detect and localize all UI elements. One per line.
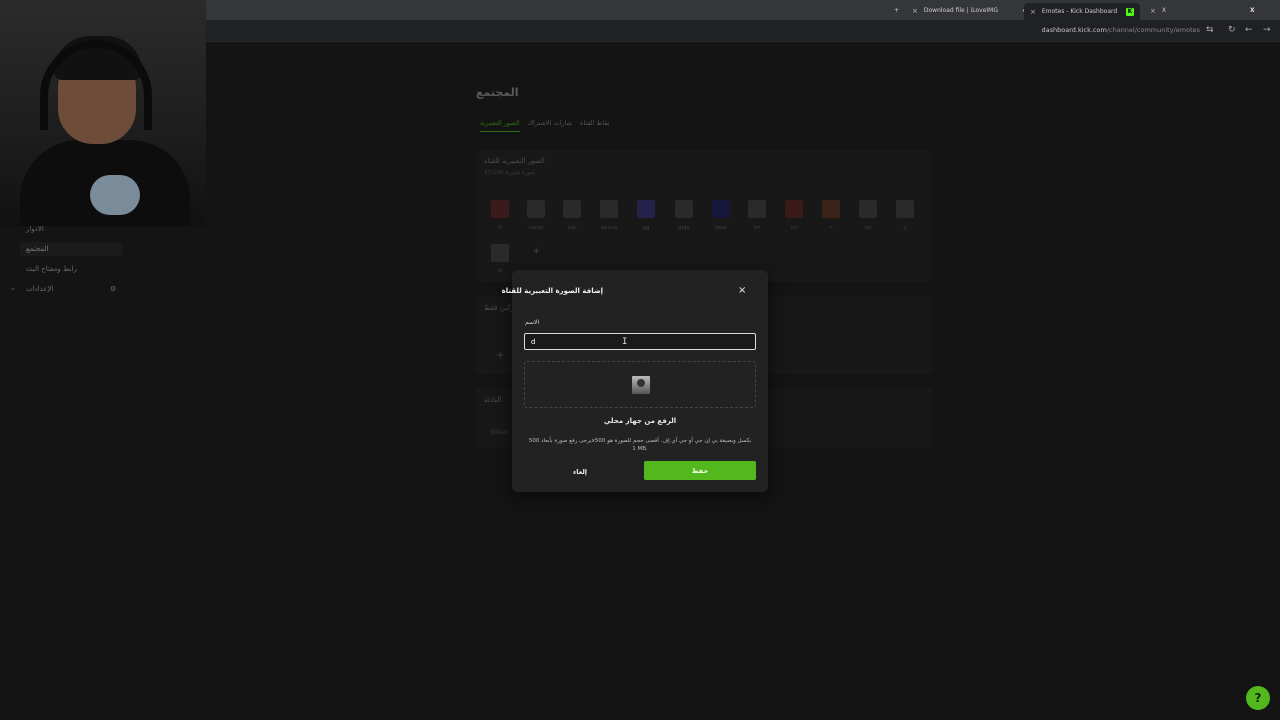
- upload-local-label[interactable]: الرفع من جهاز محلي: [512, 417, 768, 425]
- browser-tab-iloveimg[interactable]: × Download file | iLoveIMG: [906, 3, 1037, 18]
- emote-thumb[interactable]: [563, 200, 581, 218]
- emote-label: lol: [790, 225, 798, 231]
- name-field-label: الاسم: [525, 319, 540, 326]
- url-domain: dashboard.kick.com: [1041, 26, 1107, 34]
- sidebar-item-stream-key[interactable]: رابط ومفتاح البث: [26, 265, 77, 273]
- sidebar-item-settings[interactable]: الإعدادات: [26, 285, 53, 293]
- url-text[interactable]: dashboard.kick.com/channel/community/emo…: [1042, 26, 1201, 34]
- kick-favicon: K: [1126, 7, 1134, 16]
- emote-label: gg: [642, 225, 650, 231]
- tab-channel-points[interactable]: نقاط القناة: [580, 119, 610, 132]
- close-icon[interactable]: ×: [1030, 8, 1036, 16]
- x-favicon: X: [1161, 7, 1166, 14]
- add-emote-icon[interactable]: +: [532, 246, 540, 257]
- emote-thumb[interactable]: [896, 200, 914, 218]
- prefix-card-title: البادئة: [484, 396, 502, 404]
- emote-label: st: [497, 268, 503, 274]
- text-cursor-icon: I: [622, 337, 628, 347]
- reload-icon[interactable]: ↻: [1228, 25, 1236, 35]
- upload-dropzone[interactable]: [524, 361, 756, 408]
- upload-hint: يرجى رفع صورة بأبعاد 500x500 بكسل وبصيغة…: [528, 438, 752, 452]
- cancel-button[interactable]: إلغاء: [542, 463, 618, 481]
- sidebar-item-roles[interactable]: الأدوار: [26, 225, 44, 233]
- emotes-card-subtitle: 47/100 صورة تعبيرية: [484, 170, 535, 176]
- browser-tab-kick[interactable]: × Emotes - Kick Dashboard K: [1024, 3, 1140, 20]
- emote-label: n: [829, 225, 833, 231]
- tab-label: Emotes - Kick Dashboard: [1041, 8, 1118, 15]
- tab-sub-badges[interactable]: شارات الاشتراك: [528, 119, 572, 132]
- emote-thumb[interactable]: [491, 244, 509, 262]
- emote-preview-image: [632, 376, 650, 394]
- chevron-down-icon[interactable]: ⌄: [10, 284, 16, 292]
- emote-thumb[interactable]: [600, 200, 618, 218]
- sidebar-item-community[interactable]: المجتمع: [26, 245, 49, 253]
- emote-thumb[interactable]: [748, 200, 766, 218]
- x-logo-icon[interactable]: X: [1244, 3, 1261, 18]
- back-icon[interactable]: ←: [1245, 25, 1253, 35]
- emote-thumb[interactable]: [637, 200, 655, 218]
- tab-emotes[interactable]: الصور التعبيرية: [480, 119, 520, 132]
- emotes-card-title: الصور التعبيرية للقناة: [484, 157, 545, 165]
- gear-icon[interactable]: ⚙: [110, 285, 116, 293]
- prefix-input[interactable]: Shtad: [490, 429, 507, 436]
- emote-thumb[interactable]: [675, 200, 693, 218]
- close-icon[interactable]: ×: [1150, 7, 1156, 15]
- emote-thumb[interactable]: [712, 200, 730, 218]
- emote-label: cat: [567, 225, 577, 231]
- add-sub-emote-icon[interactable]: +: [496, 350, 504, 361]
- page-title: المجتمع: [476, 86, 519, 99]
- emote-label: giga: [678, 225, 690, 231]
- browser-tab-x[interactable]: × X: [1144, 3, 1172, 18]
- webcam-overlay: [0, 0, 206, 226]
- emote-thumb[interactable]: [491, 200, 509, 218]
- emote-label: no: [864, 225, 872, 231]
- add-emote-modal: إضافة الصورة التعبيرية للقناة × الاسم I …: [502, 270, 768, 492]
- emote-thumb[interactable]: [527, 200, 545, 218]
- community-tabs: الصور التعبيرية شارات الاشتراك نقاط القن…: [480, 119, 610, 132]
- emote-label: heat: [714, 225, 728, 231]
- emote-thumb[interactable]: [822, 200, 840, 218]
- emote-label: o: [903, 225, 907, 231]
- save-button[interactable]: حفظ: [644, 461, 756, 480]
- emote-thumb[interactable]: [859, 200, 877, 218]
- cam-shirt-print: [90, 175, 140, 215]
- emote-label: dance: [600, 225, 618, 231]
- emotes-card: الصور التعبيرية للقناة 47/100 صورة تعبير…: [476, 150, 932, 282]
- url-path: /channel/community/emotes: [1106, 26, 1200, 34]
- emote-name-input[interactable]: [524, 333, 756, 350]
- plus-icon[interactable]: +: [894, 7, 899, 14]
- emote-label: camp: [528, 225, 544, 231]
- tab-label: Download file | iLoveIMG: [923, 7, 998, 14]
- help-chat-icon[interactable]: ?: [1246, 686, 1270, 710]
- close-icon[interactable]: ×: [912, 7, 918, 15]
- forward-icon[interactable]: →: [1263, 25, 1271, 35]
- emote-thumb[interactable]: [785, 200, 803, 218]
- emote-label: b: [498, 225, 502, 231]
- close-icon[interactable]: ×: [738, 285, 746, 296]
- site-settings-icon[interactable]: ⇆: [1206, 25, 1214, 35]
- modal-title: إضافة الصورة التعبيرية للقناة: [501, 287, 603, 295]
- emote-label: im: [753, 225, 761, 231]
- new-tab-button[interactable]: +: [888, 3, 905, 18]
